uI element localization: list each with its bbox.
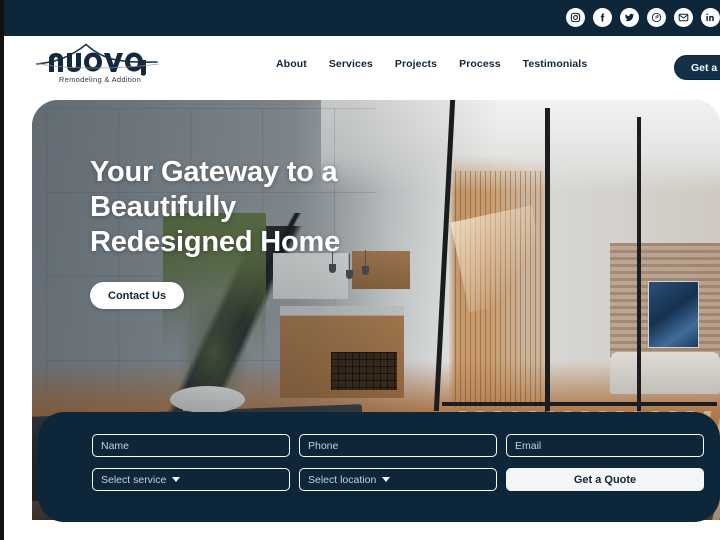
hero-contact-us-button[interactable]: Contact Us [90, 282, 185, 309]
twitter-icon[interactable] [620, 8, 639, 27]
select-service-dropdown[interactable]: Select service [92, 468, 290, 491]
email-input[interactable]: Email [506, 434, 704, 457]
quote-form-grid: Name Phone Email Select service Select l… [92, 434, 704, 491]
name-input[interactable]: Name [92, 434, 290, 457]
select-location-dropdown[interactable]: Select location [299, 468, 497, 491]
hero-headline: Your Gateway to a Beautifully Redesigned… [90, 156, 340, 258]
chevron-down-icon [172, 477, 181, 482]
site-header: Remodeling & Addition About Services Pro… [4, 36, 720, 95]
get-a-quote-submit-button[interactable]: Get a Quote [506, 468, 704, 491]
pinterest-icon[interactable] [647, 8, 666, 27]
logo-icon [35, 43, 160, 76]
select-location-label: Select location [308, 473, 377, 486]
chevron-down-icon [382, 477, 391, 482]
social-icon-row [566, 8, 720, 27]
page-root: Remodeling & Addition About Services Pro… [0, 0, 720, 540]
top-social-bar [0, 0, 720, 36]
instagram-icon[interactable] [566, 8, 585, 27]
nav-item-projects[interactable]: Projects [395, 58, 437, 70]
site-logo[interactable]: Remodeling & Addition [34, 42, 164, 90]
phone-input[interactable]: Phone [299, 434, 497, 457]
facebook-icon[interactable] [593, 8, 612, 27]
nav-item-process[interactable]: Process [459, 58, 501, 70]
nav-item-services[interactable]: Services [329, 58, 373, 70]
gmail-icon[interactable] [674, 8, 693, 27]
nav-item-testimonials[interactable]: Testimonials [523, 58, 588, 70]
main-nav: About Services Projects Process Testimon… [276, 58, 587, 70]
nav-item-about[interactable]: About [276, 58, 307, 70]
select-service-label: Select service [101, 473, 167, 486]
linkedin-icon[interactable] [701, 8, 720, 27]
quote-form-panel: Name Phone Email Select service Select l… [38, 412, 720, 522]
logo-tagline: Remodeling & Addition [58, 75, 142, 84]
header-get-a-quote-button[interactable]: Get a Quote [674, 55, 720, 80]
hero-content: Your Gateway to a Beautifully Redesigned… [90, 155, 390, 309]
window-left-edge [0, 0, 4, 540]
